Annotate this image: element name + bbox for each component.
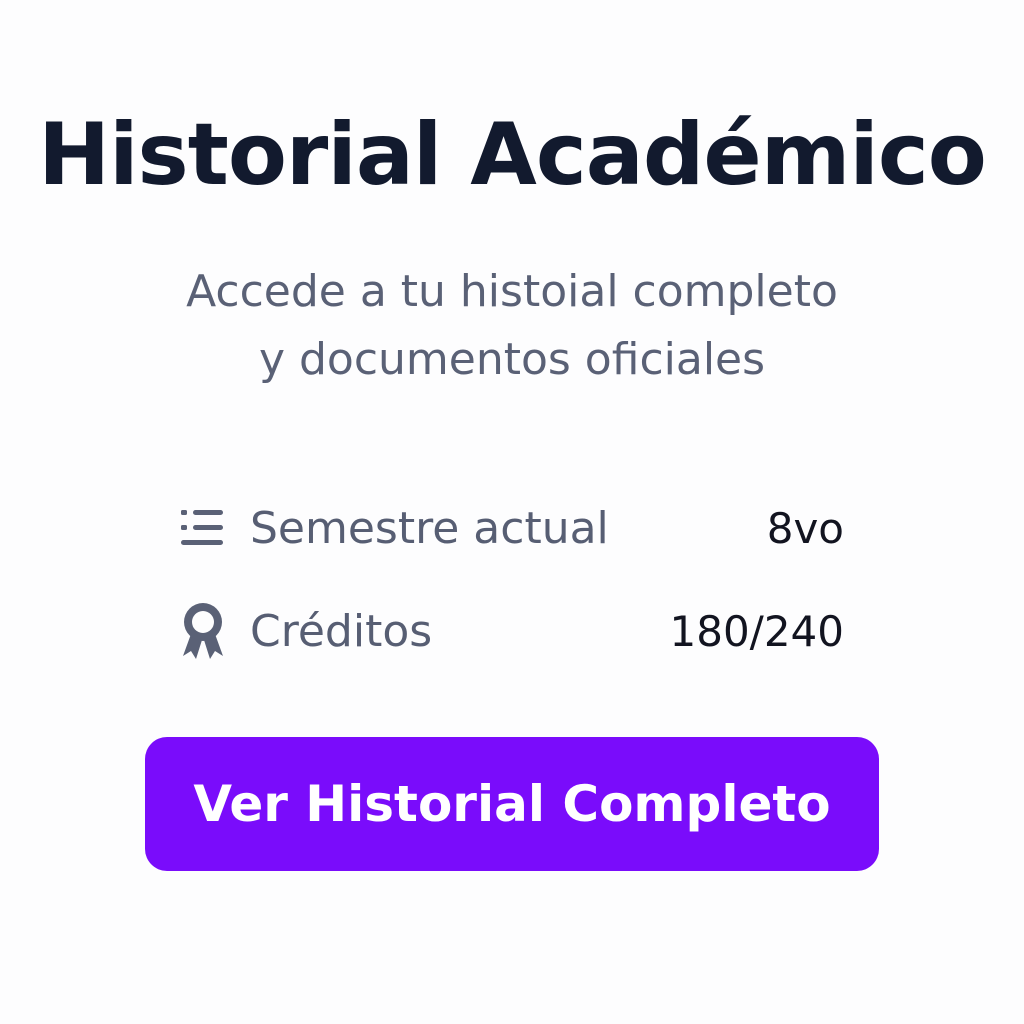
credits-label: Créditos bbox=[250, 605, 433, 657]
subtitle-line-1: Accede a tu histoial completo bbox=[186, 266, 838, 317]
stat-row-credits: Créditos 180/240 bbox=[172, 596, 844, 666]
stat-row-semester: Semestre actual 8vo bbox=[172, 493, 844, 563]
subtitle-line-2: y documentos oficiales bbox=[258, 334, 766, 385]
view-full-history-button[interactable]: Ver Historial Completo bbox=[145, 737, 879, 871]
page-subtitle: Accede a tu histoial completo y document… bbox=[0, 258, 1024, 394]
award-ribbon-icon bbox=[172, 600, 234, 662]
academic-record-card: Historial Académico Accede a tu histoial… bbox=[0, 0, 1024, 1024]
semester-value: 8vo bbox=[766, 503, 844, 553]
semester-label: Semestre actual bbox=[250, 502, 609, 554]
credits-value: 180/240 bbox=[669, 606, 844, 656]
list-icon bbox=[172, 497, 234, 559]
page-title: Historial Académico bbox=[38, 105, 987, 205]
